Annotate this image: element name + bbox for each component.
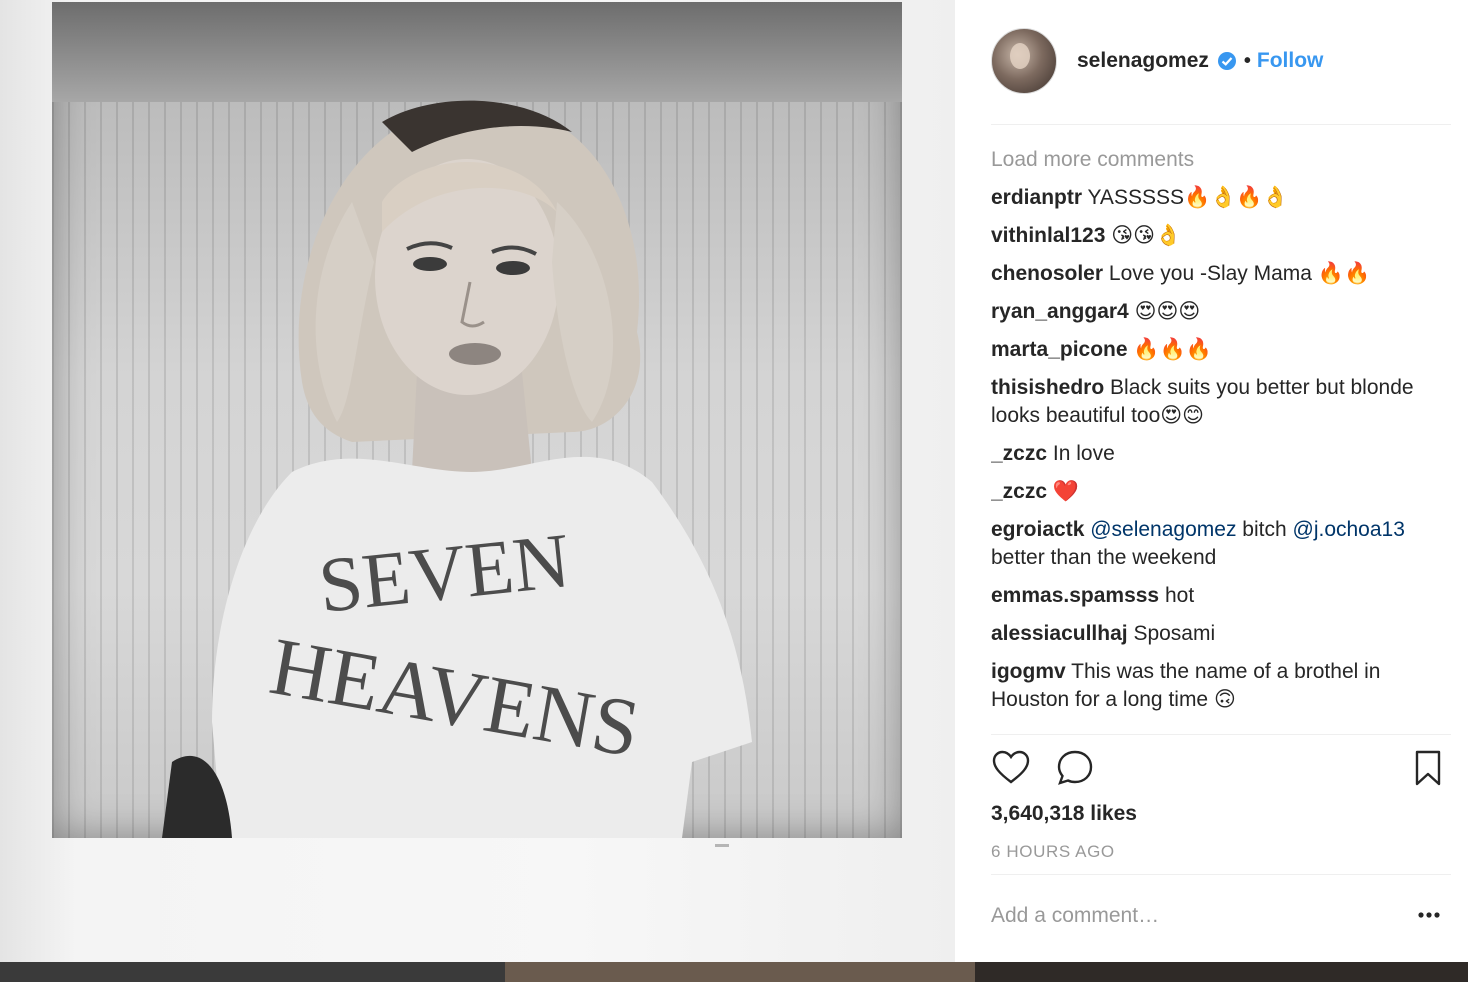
load-more-comments-button[interactable]: Load more comments <box>991 146 1421 174</box>
post-actions <box>991 748 1441 793</box>
divider <box>991 124 1451 125</box>
comment: _zczc In love <box>991 440 1421 468</box>
comment-text: 😍😍😍 <box>1134 300 1201 323</box>
comment-username[interactable]: _zczc <box>991 442 1047 465</box>
thumbnail[interactable] <box>0 962 505 982</box>
post-timestamp: 6 HOURS AGO <box>991 842 1115 861</box>
comment: alessiacullhaj Sposami <box>991 620 1421 648</box>
separator-dot: • <box>1243 49 1251 72</box>
comment: igogmv This was the name of a brothel in… <box>991 658 1421 714</box>
comment-username[interactable]: vithinlal123 <box>991 224 1105 247</box>
comment-text: In love <box>1052 442 1115 465</box>
comment-text: Love you -Slay Mama 🔥🔥 <box>1108 262 1371 285</box>
avatar[interactable] <box>991 28 1057 94</box>
thumbnail[interactable] <box>505 962 975 982</box>
comment-username[interactable]: alessiacullhaj <box>991 622 1128 645</box>
username[interactable]: selenagomez <box>1077 49 1209 73</box>
portrait-illustration: SEVEN HEAVENS <box>162 100 752 838</box>
comment-text: YASSSSS🔥👌🔥👌 <box>1087 186 1289 209</box>
comment: chenosoler Love you -Slay Mama 🔥🔥 <box>991 260 1421 288</box>
comment-mention[interactable]: @j.ochoa13 <box>1293 518 1405 541</box>
thumbnail[interactable] <box>975 962 1468 982</box>
comment-text: 🔥🔥🔥 <box>1133 338 1212 361</box>
add-comment-input[interactable]: Add a comment… <box>991 904 1159 928</box>
comment-username[interactable]: egroiactk <box>991 518 1084 541</box>
comment-username[interactable]: marta_picone <box>991 338 1128 361</box>
comment-text: bitch <box>1242 518 1287 541</box>
comment-text: ❤️ <box>1052 480 1080 503</box>
post-photo[interactable]: SEVEN HEAVENS <box>0 0 955 962</box>
print-mark <box>715 844 729 847</box>
comment-username[interactable]: _zczc <box>991 480 1047 503</box>
comment: erdianptr YASSSSS🔥👌🔥👌 <box>991 184 1421 212</box>
heart-icon[interactable] <box>991 748 1031 793</box>
comment: ryan_anggar4 😍😍😍 <box>991 298 1421 326</box>
comment: egroiactk @selenagomez bitch @j.ochoa13 … <box>991 516 1421 572</box>
comment-username[interactable]: chenosoler <box>991 262 1103 285</box>
comment: marta_picone 🔥🔥🔥 <box>991 336 1421 364</box>
comment-bubble-icon[interactable] <box>1055 748 1095 793</box>
comment-username[interactable]: igogmv <box>991 660 1066 683</box>
comment: _zczc ❤️ <box>991 478 1421 506</box>
divider <box>991 874 1451 875</box>
divider <box>991 734 1451 735</box>
like-count[interactable]: 3,640,318 likes <box>991 802 1137 826</box>
thumbnail-strip <box>0 962 1468 982</box>
comment-mention[interactable]: @selenagomez <box>1090 518 1236 541</box>
comment-text: 😘😘👌 <box>1111 224 1182 247</box>
more-options-icon[interactable] <box>1417 908 1441 926</box>
comment-username[interactable]: thisishedro <box>991 376 1104 399</box>
verified-badge-icon <box>1217 51 1237 71</box>
comment-username[interactable]: emmas.spamsss <box>991 584 1159 607</box>
comment: thisishedro Black suits you better but b… <box>991 374 1421 430</box>
comment-text: better than the weekend <box>991 546 1217 569</box>
comment: vithinlal123 😘😘👌 <box>991 222 1421 250</box>
comment-username[interactable]: ryan_anggar4 <box>991 300 1129 323</box>
photo-print: SEVEN HEAVENS <box>52 2 902 838</box>
bookmark-icon[interactable] <box>1411 748 1445 793</box>
post-side-panel: selenagomez • Follow Load more comments … <box>955 0 1468 962</box>
comments-list[interactable]: Load more comments erdianptr YASSSSS🔥👌🔥👌… <box>991 146 1421 732</box>
comment-username[interactable]: erdianptr <box>991 186 1082 209</box>
post-header: selenagomez • Follow <box>991 28 1323 94</box>
comment-text: hot <box>1164 584 1195 607</box>
comment: emmas.spamsss hot <box>991 582 1421 610</box>
follow-button[interactable]: Follow <box>1257 49 1324 73</box>
comment-text: Sposami <box>1133 622 1216 645</box>
